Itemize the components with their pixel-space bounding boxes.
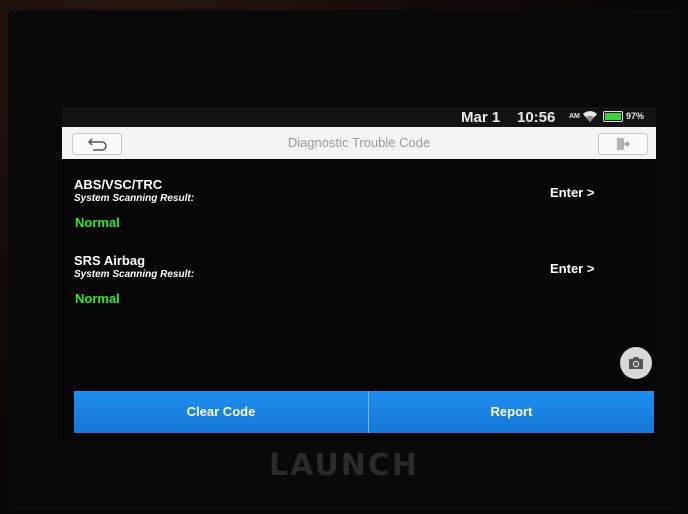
exit-button[interactable] xyxy=(598,133,648,155)
device-bezel: LAUNCH Mar 1 10:56 AM 97% Diagnostic Tro… xyxy=(0,0,688,514)
clear-code-button[interactable]: Clear Code xyxy=(74,391,369,433)
system-status: Normal xyxy=(75,291,120,306)
report-button[interactable]: Report xyxy=(369,391,654,433)
status-date: Mar 1 xyxy=(461,109,501,126)
wifi-icon xyxy=(582,109,598,123)
battery-level-fill xyxy=(605,113,621,120)
system-name: SRS Airbag xyxy=(74,253,146,268)
exit-icon xyxy=(617,138,630,150)
system-item: SRS Airbag System Scanning Result: Norma… xyxy=(62,253,656,323)
title-bar: Diagnostic Trouble Code xyxy=(62,127,656,159)
enter-button[interactable]: Enter > xyxy=(550,185,594,200)
bottom-action-bar: Clear Code Report xyxy=(74,391,654,433)
camera-icon xyxy=(629,357,643,369)
status-ampm: AM xyxy=(569,113,580,120)
page-title: Diagnostic Trouble Code xyxy=(287,135,431,150)
status-bar: Mar 1 10:56 AM 97% xyxy=(62,107,656,127)
system-status: Normal xyxy=(75,215,120,230)
screenshot-button[interactable] xyxy=(620,347,652,379)
system-name: ABS/VSC/TRC xyxy=(74,177,163,192)
scanning-result-label: System Scanning Result: xyxy=(74,193,195,204)
battery-percent: 97% xyxy=(626,111,645,121)
scanning-result-label: System Scanning Result: xyxy=(74,269,195,280)
device-brand-logo: LAUNCH xyxy=(268,448,419,483)
status-time: 10:56 xyxy=(517,109,556,126)
enter-button[interactable]: Enter > xyxy=(550,261,594,276)
battery-icon xyxy=(603,111,623,122)
system-item: ABS/VSC/TRC System Scanning Result: Norm… xyxy=(62,177,656,247)
device-screen: Mar 1 10:56 AM 97% Diagnostic Trouble Co… xyxy=(62,107,656,440)
